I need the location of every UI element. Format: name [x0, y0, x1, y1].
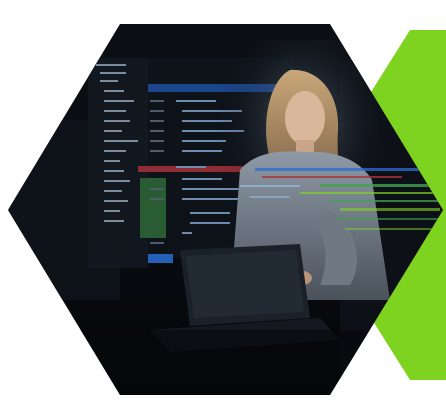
hero-image — [0, 0, 446, 409]
person-face — [285, 91, 325, 145]
hexagon-photo-graphic — [8, 24, 446, 395]
hexagon-photo — [8, 24, 443, 395]
